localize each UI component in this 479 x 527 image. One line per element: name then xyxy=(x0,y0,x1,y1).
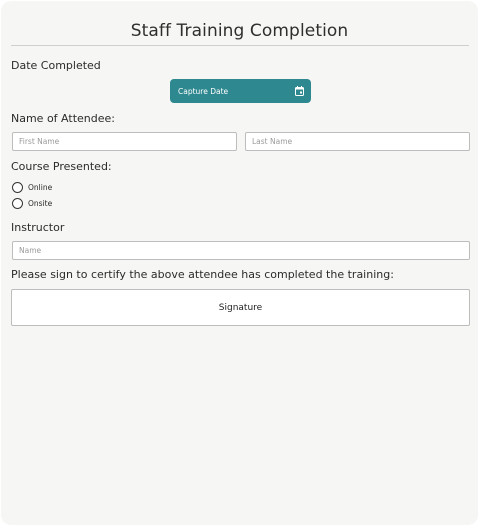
signature-pad[interactable]: Signature xyxy=(11,289,470,326)
first-name-input[interactable]: First Name xyxy=(12,132,237,151)
instructor-name-placeholder: Name xyxy=(19,246,42,255)
instructor-name-input[interactable]: Name xyxy=(12,241,470,260)
title-divider xyxy=(11,45,469,46)
capture-date-label: Capture Date xyxy=(178,86,229,96)
calendar-icon xyxy=(295,86,304,96)
page-title: Staff Training Completion xyxy=(130,21,349,41)
capture-date-button[interactable]: Capture Date xyxy=(170,79,311,103)
radio-online[interactable]: Online xyxy=(12,181,52,194)
radio-online-label: Online xyxy=(28,183,53,192)
radio-onsite[interactable]: Onsite xyxy=(12,197,52,210)
certify-text: Please sign to certify the above attende… xyxy=(11,268,394,281)
first-name-placeholder: First Name xyxy=(19,137,60,146)
radio-onsite-circle[interactable] xyxy=(12,198,23,209)
last-name-placeholder: Last Name xyxy=(252,137,293,146)
form-page: Staff Training Completion Date Completed… xyxy=(1,1,478,525)
course-presented-label: Course Presented: xyxy=(11,160,112,173)
instructor-label: Instructor xyxy=(11,221,65,234)
date-completed-label: Date Completed xyxy=(11,59,101,72)
last-name-input[interactable]: Last Name xyxy=(245,132,470,151)
attendee-label: Name of Attendee: xyxy=(11,112,115,125)
radio-online-circle[interactable] xyxy=(12,182,23,193)
radio-onsite-label: Onsite xyxy=(28,199,53,208)
signature-label: Signature xyxy=(218,302,263,313)
